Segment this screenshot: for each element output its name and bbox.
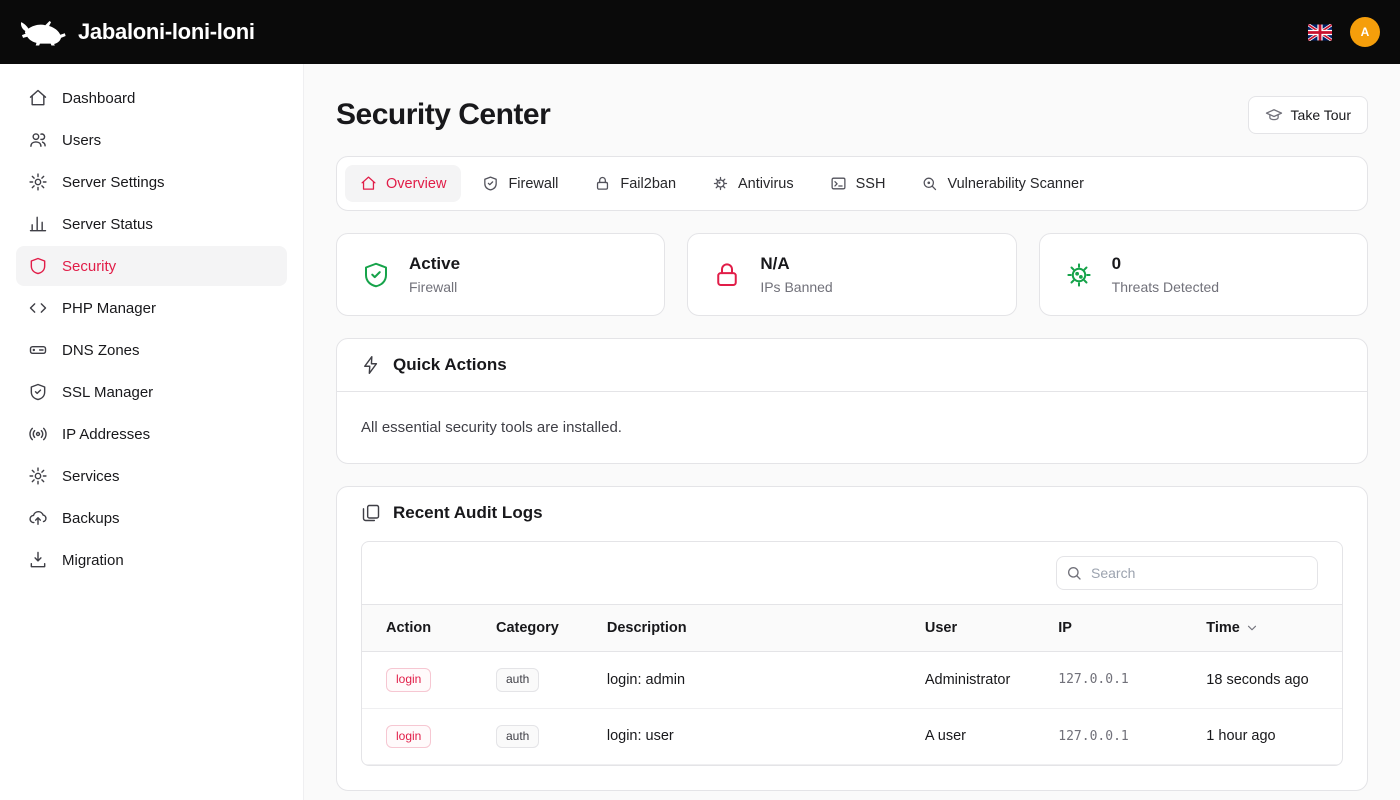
- sidebar-item-server-settings[interactable]: Server Settings: [16, 162, 287, 202]
- category-badge: auth: [496, 725, 539, 749]
- top-bar: Jabaloni-loni-loni A: [0, 0, 1400, 64]
- tab-firewall[interactable]: Firewall: [467, 165, 573, 202]
- graduation-cap-icon: [1265, 106, 1283, 124]
- stat-label: IPs Banned: [760, 279, 832, 295]
- avatar[interactable]: A: [1350, 17, 1380, 47]
- lock-icon: [712, 260, 742, 290]
- sidebar-item-ssl-manager[interactable]: SSL Manager: [16, 372, 287, 412]
- sidebar-item-dns-zones[interactable]: DNS Zones: [16, 330, 287, 370]
- description-cell: login: user: [583, 708, 901, 765]
- stat-value: N/A: [760, 254, 832, 274]
- table-header-row: Action Category Description User IP Time: [362, 605, 1342, 652]
- sidebar-item-security[interactable]: Security: [16, 246, 287, 286]
- language-flag-icon[interactable]: [1308, 24, 1332, 41]
- users-icon: [28, 130, 48, 150]
- home-icon: [28, 88, 48, 108]
- search-input[interactable]: [1056, 556, 1318, 590]
- audit-logs-title: Recent Audit Logs: [393, 503, 543, 523]
- audit-table: Action Category Description User IP Time: [361, 541, 1343, 766]
- shield-icon: [482, 175, 499, 192]
- gear-icon: [28, 466, 48, 486]
- tab-antivirus[interactable]: Antivirus: [697, 165, 809, 202]
- cloud-upload-icon: [28, 508, 48, 528]
- column-header-time[interactable]: Time: [1182, 605, 1342, 652]
- chevron-down-icon: [1245, 621, 1259, 635]
- app-title: Jabaloni-loni-loni: [78, 19, 255, 45]
- stat-threats: 0 Threats Detected: [1039, 233, 1368, 316]
- virus-icon: [712, 175, 729, 192]
- security-tabs: Overview Firewall Fail2ban Antivirus SSH…: [336, 156, 1368, 211]
- shield-check-icon: [361, 260, 391, 290]
- audit-logs-card: Recent Audit Logs: [336, 486, 1368, 791]
- download-icon: [28, 550, 48, 570]
- table-row: login auth login: admin Administrator 12…: [362, 652, 1342, 709]
- tab-vulnerability-scanner[interactable]: Vulnerability Scanner: [906, 165, 1098, 202]
- stat-label: Firewall: [409, 279, 460, 295]
- sidebar-item-services[interactable]: Services: [16, 456, 287, 496]
- scanner-icon: [921, 175, 938, 192]
- time-cell: 1 hour ago: [1182, 708, 1342, 765]
- stat-value: Active: [409, 254, 460, 274]
- user-cell: Administrator: [901, 652, 1034, 709]
- table-row: login auth login: user A user 127.0.0.1 …: [362, 708, 1342, 765]
- code-icon: [28, 298, 48, 318]
- broadcast-icon: [28, 424, 48, 444]
- column-header-action[interactable]: Action: [362, 605, 472, 652]
- ip-cell: 127.0.0.1: [1034, 708, 1182, 765]
- quick-actions-title: Quick Actions: [393, 355, 507, 375]
- bull-logo-icon: [20, 19, 66, 46]
- ip-cell: 127.0.0.1: [1034, 652, 1182, 709]
- stat-ips-banned: N/A IPs Banned: [687, 233, 1016, 316]
- database-icon: [28, 340, 48, 360]
- column-header-ip[interactable]: IP: [1034, 605, 1182, 652]
- gear-icon: [28, 172, 48, 192]
- action-badge: login: [386, 668, 431, 692]
- category-badge: auth: [496, 668, 539, 692]
- bar-chart-icon: [28, 214, 48, 234]
- user-cell: A user: [901, 708, 1034, 765]
- take-tour-button[interactable]: Take Tour: [1248, 96, 1368, 134]
- sidebar-item-php-manager[interactable]: PHP Manager: [16, 288, 287, 328]
- sidebar-item-server-status[interactable]: Server Status: [16, 204, 287, 244]
- shield-check-icon: [28, 382, 48, 402]
- stat-cards: Active Firewall N/A IPs Banned 0 Threats…: [336, 233, 1368, 316]
- page-title: Security Center: [336, 98, 550, 132]
- sidebar-item-ip-addresses[interactable]: IP Addresses: [16, 414, 287, 454]
- home-icon: [360, 175, 377, 192]
- quick-actions-message: All essential security tools are install…: [337, 392, 1367, 463]
- sidebar-item-backups[interactable]: Backups: [16, 498, 287, 538]
- lock-icon: [594, 175, 611, 192]
- column-header-user[interactable]: User: [901, 605, 1034, 652]
- main-content: Security Center Take Tour Overview Firew…: [304, 64, 1400, 800]
- stat-value: 0: [1112, 254, 1219, 274]
- virus-icon: [1064, 260, 1094, 290]
- description-cell: login: admin: [583, 652, 901, 709]
- stat-label: Threats Detected: [1112, 279, 1219, 295]
- sidebar-item-dashboard[interactable]: Dashboard: [16, 78, 287, 118]
- tab-overview[interactable]: Overview: [345, 165, 461, 202]
- terminal-icon: [830, 175, 847, 192]
- quick-actions-card: Quick Actions All essential security too…: [336, 338, 1368, 464]
- brand: Jabaloni-loni-loni: [20, 19, 255, 46]
- column-header-description[interactable]: Description: [583, 605, 901, 652]
- tab-fail2ban[interactable]: Fail2ban: [579, 165, 691, 202]
- sidebar-item-users[interactable]: Users: [16, 120, 287, 160]
- tab-ssh[interactable]: SSH: [815, 165, 901, 202]
- lightning-icon: [361, 355, 381, 375]
- time-cell: 18 seconds ago: [1182, 652, 1342, 709]
- action-badge: login: [386, 725, 431, 749]
- sidebar: Dashboard Users Server Settings Server S…: [0, 64, 304, 800]
- audit-logs-icon: [361, 503, 381, 523]
- column-header-category[interactable]: Category: [472, 605, 583, 652]
- shield-icon: [28, 256, 48, 276]
- sidebar-item-migration[interactable]: Migration: [16, 540, 287, 580]
- stat-firewall: Active Firewall: [336, 233, 665, 316]
